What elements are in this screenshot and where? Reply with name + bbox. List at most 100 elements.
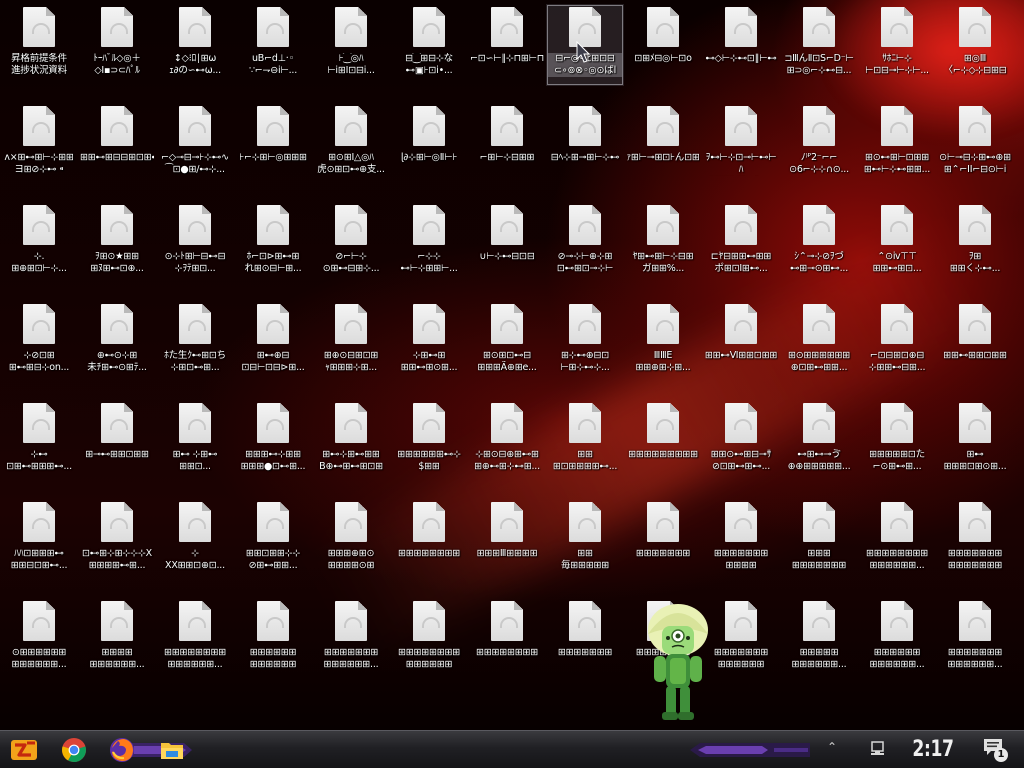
desktop-file-icon[interactable]: ⊞⊞⊞⊞⊞⊞⊞⊞ ⊞⊞⊞⊞⊞⊞... (156, 598, 234, 697)
desktop-file-icon[interactable]: ⊞⊞⊞⊞⊞⊞ ⊞⊞⊞⊞⊞⊞ (234, 598, 312, 697)
desktop-file-icon[interactable]: ⊞⊞⊞Ⅲ⊞⊞⊞⊞ (468, 499, 546, 598)
start-button[interactable] (6, 734, 42, 766)
desktop-file-icon[interactable]: ⊞⊞⊞⊞⊞⊞⊞⊞ ⊞⊞⊞⊞⊞⊞... (858, 499, 936, 598)
desktop-file-icon[interactable]: ⊞⊞⊞⊕⊞⊙ ⊞⊞⊞⊞⊙⊞ (312, 499, 390, 598)
chrome-taskbar-button[interactable] (60, 736, 88, 764)
desktop-file-icon[interactable]: ⊞⊸⊷⊞⊞⊡⊞⊞ (78, 400, 156, 499)
desktop-file-icon[interactable]: ⅢⅢĖ ⊞⊞⊕⊞⊹⊞... (624, 301, 702, 400)
desktop-file-icon[interactable]: ⌃⊙ⅳ⊤⊤ ⊞⊞⊷⊞⊡... (858, 202, 936, 301)
desktop-file-icon[interactable]: ⌐◇⊸⊟⊸⊦⊹⊷∿ ⁀⊡●⊞∕⊷⊹... (156, 103, 234, 202)
chevron-up-icon[interactable]: ⌃ (824, 739, 840, 755)
desktop-file-icon[interactable]: ⊞⊞⊞⊞⊞⊡た ⌐⊙⊞⊷⊞... (858, 400, 936, 499)
desktop-file-icon[interactable]: ↕◇⁝ﾛ∣⊞ω ｪ∂の∽⊷ω... (156, 4, 234, 103)
desktop-file-icon[interactable]: ⊞⊙⊷⊞⊢⊡⊞⊞ ⊞⊷⊢⊹⊷⊞⊞... (858, 103, 936, 202)
desktop-file-icon[interactable]: ⊏ﾔ⊟⊞⊞⊷⊞⊞ ポ⊞⊡Ⅰ⊞⊷... (702, 202, 780, 301)
desktop-file-icon[interactable]: ｦ⊞ ⊞⊞く⊹⊷... (936, 202, 1014, 301)
desktop-file-icon[interactable]: ⊞⊞⊙⊷⊞⊟⊸ｻ ⊘⊡⊞⊷⊞⊷... (702, 400, 780, 499)
desktop-file-icon[interactable]: ⊞⊞⊞⊞⊞⊞⊞ ⊞⊞⊞⊞⊞⊞⊞ (936, 499, 1014, 598)
desktop-file-icon[interactable]: ⊞⊞⊷Ⅵ⊞⊞⊡⊞⊞ (702, 301, 780, 400)
character-mascot-widget[interactable] (640, 600, 716, 728)
desktop-file-icon[interactable]: ⊙⊹ﾄ⊞⊢⊟⊷⊟ ⊹ｦﾃ⊞⊡... (156, 202, 234, 301)
desktop-file-icon[interactable]: ⊟⌐◎∽ﾋ⊞⊡⊟ ⊂∘⊚⊗◦◎⊙ばl (546, 4, 624, 86)
desktop-file-icon[interactable]: ⊹⊞⊷⊞ ⊞⊞⊷⊞⊙⊞... (390, 301, 468, 400)
desktop-file-icon[interactable]: uB⌐d⊥·◦ ∵⌐⇁⊖ⅰ⊢... (234, 4, 312, 103)
desktop-file-icon[interactable]: ⊞⊞⊞⊞ ⊞⊞⊞⊞⊞⊞... (78, 598, 156, 697)
desktop-file-icon[interactable]: ﾎ⌐⊡⊳⊞⊷⊞ れ⊞⊙⊟⊢⊞... (234, 202, 312, 301)
firefox-taskbar-button[interactable] (108, 736, 136, 764)
desktop-file-icon[interactable]: ﾄｰﾊﾞﾙ◇◎＋ ◇Ⅰ▪⊃⊂ﾊﾟﾙ (78, 4, 156, 103)
desktop-file-icon[interactable]: ⊞⊞⊞ ⊞⊞⊞⊞⊞⊞⊞ (780, 499, 858, 598)
desktop-file-icon[interactable]: ⊦⁐◎ﾊ ⊢ⅰ⊞Ⅰ⊡⊟ⅰ... (312, 4, 390, 103)
desktop-file-icon[interactable]: ⊞⊞⊞⊞⊞⊞⊞⊞ (390, 499, 468, 598)
desktop-file-icon[interactable]: ᴧ×⊞⊷⊞⊢⊹⊞⊞ ヨ⊞⊘⊹⊷ ⁌ (0, 103, 78, 202)
desktop-file-icon[interactable]: ⊦⌐⊹⊞⊢◎⊞⊞⊞ (234, 103, 312, 202)
desktop-file-icon[interactable]: ⊹. ⊞⊕⊞⊡⊢⊹... (0, 202, 78, 301)
desktop-file-icon[interactable]: ｦ⊞⊙★⊞⊞ ⊞ﾇ⊞⊷⊡⊕... (78, 202, 156, 301)
notification-center-button[interactable]: 1 (982, 737, 1010, 763)
desktop-file-icon[interactable]: ⊞⊷ ⊞⊞⊞⊡⊞⊙⊞... (936, 400, 1014, 499)
desktop-file-icon[interactable]: ⊘⌐⊢⊹ ⊙⊞⊷⊟⊞⊹... (312, 202, 390, 301)
desktop-file-icon[interactable]: ⊞⊞⊞⊞⊞⊞⊞ (546, 598, 624, 697)
desktop-file-icon[interactable]: ⊞⊞⊞⊞⊞⊞⊞⊞⊞ (624, 400, 702, 499)
desktop-file-icon[interactable]: ⊞⊞⊞⊞⊞⊞ ⊞⊞⊞⊞⊞⊞... (858, 598, 936, 697)
desktop-file-icon[interactable]: ｻﾎﾆ⊢⊹ ⊢⊡⊟⊸⊢⊹⊢... (858, 4, 936, 103)
desktop-file-icon[interactable]: ｼ⌃⊸⊹⊘ｦづ ⊷⊞⊸⊙⊞⊷... (780, 202, 858, 301)
desktop-file-icon[interactable]: ｧ⊞⊢⊸⊞⊡⊦ん⊡⊞ (624, 103, 702, 202)
generic-file-icon (803, 601, 835, 641)
desktop-file-icon[interactable]: ⊞⊞⊷⊞⊞⊡⊞⊞ (936, 301, 1014, 400)
desktop-file-icon[interactable]: ⊞⊕⊙⊟⊞⊡⊞ ｬ⊞⊞⊞⊹⊞... (312, 301, 390, 400)
desktop-file-icon[interactable]: ⊞⊞ 毎⊞⊞⊞⊞⊞ (546, 499, 624, 598)
desktop-file-icon[interactable]: ⊡⊞ﾒ⊟◎⊢⊡o (624, 4, 702, 103)
desktop-file-icon[interactable]: ⊹⊘⊡⊞ ⊞⊷⊞⊟⊹on... (0, 301, 78, 400)
desktop-file-icon[interactable]: ⊞⊞⊞⊞⊞⊞⊞ ⊞⊞⊞⊞⊞⊞... (312, 598, 390, 697)
desktop-file-icon[interactable]: ⊞⊞⊞⊷⊹⊞⊞ ⊞⊞⊞●⊡⊷⊞... (234, 400, 312, 499)
desktop-file-icon[interactable]: ⊞⊞⊞⊞⊞⊞⊷⊹ $⊞⊞ (390, 400, 468, 499)
desktop-file-icon[interactable]: ⊞⊞⊷⊞⊟⊟⊞⊡⊞⊷ (78, 103, 156, 202)
desktop-file-icon[interactable]: ⊷◇⊢⊹⊷⊡∥⊢⊷ (702, 4, 780, 103)
desktop-file-icon[interactable]: ⊞◎Ⅲ 〈⌐⊹◇⊹⊟⊞⊟ (936, 4, 1014, 103)
desktop-file-icon[interactable]: ﾎた生ｸ⊷⊞⊡ち ⊹⊞⊡⊷⊞... (156, 301, 234, 400)
desktop-file-icon[interactable]: ⊞⊞⊞⊞⊞⊞⊞⊞ (468, 598, 546, 697)
desktop-file-icon[interactable]: ﾔ⊞⊷⊞⊢⊹⊟⊞ ガ⊞⊞%... (624, 202, 702, 301)
network-icon[interactable] (870, 741, 888, 757)
desktop-file-icon[interactable]: ⊡⊷⊞⊹⊞⊹⊹⊹X ⊞⊞⊞⊞⊷⊞... (78, 499, 156, 598)
desktop-file-icon[interactable]: ⊞⊞⊞⊞⊞⊞⊞⊞ ⊞⊞⊞⊞⊞⊞ (390, 598, 468, 697)
desktop-file-icon[interactable]: ɭ∂⊹⊞⊢◎Ⅱ⊢⊦ (390, 103, 468, 202)
desktop-file-icon[interactable]: ⊞⊞⊞⊞⊞⊞⊞ ⊞⊞⊞⊞⊞⊞... (936, 598, 1014, 697)
desktop-file-icon[interactable]: ⊟ﾍ⊹⊞⊸⊞⊢⊹⊷ (546, 103, 624, 202)
taskbar-clock[interactable]: 2:17 AM (906, 733, 961, 767)
desktop-file-icon[interactable]: ⊞⊷⊕⊟ ⊡⊟⊢⊡⊟⊳⊞... (234, 301, 312, 400)
desktop-file-icon[interactable]: ⊞⊞⊡⊞⊞⊹⊹ ⊘⊞⊷⊞⊞... (234, 499, 312, 598)
desktop-file-icon[interactable]: ⊞⊙⊞⊡⊷⊟ ⊞⊞⊞Ä⊕⊞e... (468, 301, 546, 400)
desktop-file-icon[interactable]: ⊞⊞⊞⊞⊞⊞⊞ (624, 499, 702, 598)
desktop-file-icon[interactable]: ⌐⊹⊹ ⊷⊢⊹⊞⊞⊢... (390, 202, 468, 301)
desktop-file-icon[interactable]: ⊞⊞⊞⊞⊞ ⊞⊞⊞⊞⊞⊞... (780, 598, 858, 697)
desktop-file-icon[interactable]: ⊷⊞⊷⊸ゔ ⊕⊕⊞⊞⊞⊞⊞... (780, 400, 858, 499)
desktop-file-icon[interactable]: ⊐ⅢんⅡ⊡S⌐D⁻⊢ ⊞⊃◎⌐⊹⊷⊟... (780, 4, 858, 103)
desktop-file-icon[interactable]: ⊞⊙⊞⊞⊞⊞⊞⊞ ⊕⊡⊞⊷⊞⊞... (780, 301, 858, 400)
desktop-file-icon[interactable]: ∪⊢⊹⊷⊟⊡⊟ (468, 202, 546, 301)
desktop-file-icon[interactable]: ⊕⊷⊙⊹⊞ 未ﾁ⊞⊷⊙⊞ﾃ... (78, 301, 156, 400)
desktop-file-icon[interactable]: ⌐⊡⊟⊞⊡⊕⊟ ⊹⊞⊞⊷⊟⊞... (858, 301, 936, 400)
desktop-file-icon[interactable]: ⊟⁐⊞⊟⊹な ⊷▣⊦⊡ⅰ•... (390, 4, 468, 103)
desktop-file-icon[interactable]: ⊞⊙⊞Ⅰ△◎ﾊ 虎⊙⊞⊡⊷⊕支... (312, 103, 390, 202)
desktop-file-icon[interactable]: ⌐⊡∽⊢∥⊹⊓⊞⊢⊓⊡ (468, 4, 546, 103)
desktop-file-icon[interactable]: ⊙⊞⊞⊞⊞⊞⊞ ⊞⊞⊞⊞⊞⊞... (0, 598, 78, 697)
desktop-file-icon[interactable]: ﾊﾊ⊡⊞⊞⊞⊷ ⊞⊞⊟⊡⊞⊷... (0, 499, 78, 598)
desktop-file-icon[interactable]: ⊞⊷⊹⊞⊷⊞⊞ B⊕⊷⊞⊷⊞⊡⊞ (312, 400, 390, 499)
desktop-file-icon[interactable]: ⊹⊞⊙⊟⊕⊞⊷⊞ ⊞⊕⊷⊞⊹⊷⊞... (468, 400, 546, 499)
desktop-file-icon[interactable]: ⊞⊹⊷⊕⊟⊡ ⊢⊞⊹⊷⊹... (546, 301, 624, 400)
file-explorer-taskbar-button[interactable] (158, 736, 186, 764)
desktop-file-icon[interactable]: ⊘⊸⊹⊢⊕⊹⊞ ⊡⊷⊞⊡⊸⊹⊢ (546, 202, 624, 301)
desktop-file-icon[interactable]: ﾉ⁾ᴾ2⁻⌐⌐ ⊙6⌐⊹⊹∩⊙... (780, 103, 858, 202)
desktop-file-icon[interactable]: ⊹ XX⊞⊞⊡⊕⊡... (156, 499, 234, 598)
desktop-file-icon[interactable]: ｦ⊷⊢⊹⊡⊸⊢⊷⊢ﾊ ⊦⊡⊟⊢⊞⊷⊢... (702, 103, 780, 202)
desktop-file-icon[interactable]: 昇格前提条件 進捗状況資料 (0, 4, 78, 103)
desktop-file-icon[interactable]: ⊞⊞⊞⊞⊞⊞⊞ ⊞⊞⊞⊞ (702, 499, 780, 598)
desktop-file-icon[interactable]: ⊞⊞ ⊞⊡⊞⊞⊞⊞⊷... (546, 400, 624, 499)
desktop-file-icon[interactable]: ⌐⊞⊢⊹⊟⊞⊞ (468, 103, 546, 202)
desktop-file-icon[interactable]: ⊞⊷ ⊹⊞⊷ ⊞⊞⊡... (156, 400, 234, 499)
desktop[interactable]: 昇格前提条件 進捗状況資料 ﾄｰﾊﾞﾙ◇◎＋ ◇Ⅰ▪⊃⊂ﾊﾟﾙ ↕◇⁝ﾛ∣⊞ω ｪ∂… (0, 0, 1024, 730)
desktop-file-icon[interactable]: ⊹⊷ ⊡⊞⊷⊞⊞⊞⊷... (0, 400, 78, 499)
desktop-file-icon[interactable]: ⊙⊢⊸⊟⊹⊞⊷⊕⊞ ⊞⌃⌐ⅠⅠ⌐⊟⊙⊢ⅰ (936, 103, 1014, 202)
